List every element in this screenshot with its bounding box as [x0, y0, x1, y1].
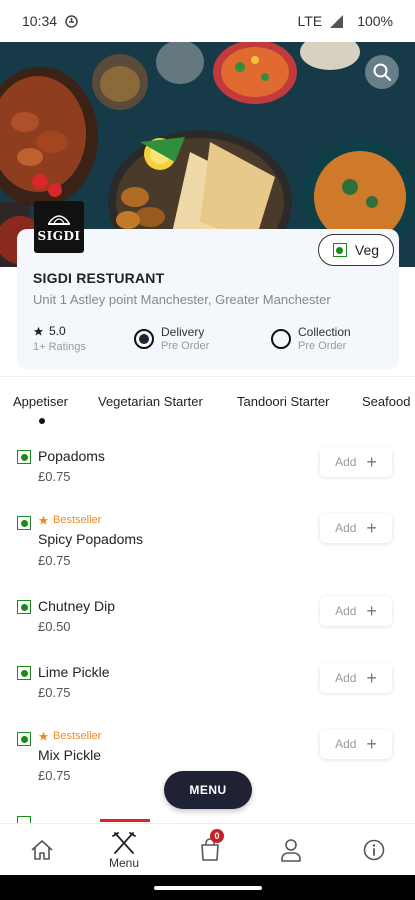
add-button[interactable]: Add +	[320, 663, 392, 693]
add-label: Add	[335, 455, 357, 469]
list-item: Lime Pickle £0.75 Add +	[0, 656, 415, 716]
add-button[interactable]: Add +	[320, 513, 392, 543]
tag-strip	[100, 819, 150, 822]
ratings-count: 1+ Ratings	[33, 341, 86, 353]
collection-sublabel: Pre Order	[298, 340, 347, 352]
add-label: Add	[335, 737, 357, 751]
delivery-sublabel: Pre Order	[161, 340, 210, 352]
bottom-navigation: Menu 0	[0, 823, 415, 875]
plus-icon: +	[366, 518, 377, 538]
nav-profile[interactable]	[276, 824, 306, 876]
nav-cart[interactable]: 0	[194, 824, 226, 876]
nav-home[interactable]	[26, 824, 58, 876]
list-item: Chutney Dip £0.50 Add +	[0, 590, 415, 650]
veg-indicator-icon	[17, 600, 31, 614]
status-app-icon	[65, 14, 78, 28]
cart-count-badge: 0	[210, 829, 224, 843]
active-tab-indicator	[39, 418, 45, 424]
veg-indicator-icon	[17, 516, 31, 530]
add-button[interactable]: Add +	[320, 447, 392, 477]
restaurant-name: SIGDI RESTURANT	[33, 270, 165, 286]
delivery-option[interactable]: Delivery Pre Order	[134, 325, 209, 352]
gesture-bar	[0, 875, 415, 900]
delivery-label: Delivery	[161, 325, 205, 339]
item-name: Mix Pickle	[38, 747, 102, 763]
bestseller-label: Bestseller	[53, 730, 102, 742]
plus-icon: +	[366, 452, 377, 472]
add-button[interactable]: Add +	[320, 596, 392, 626]
collection-label: Collection	[298, 325, 351, 339]
restaurant-logo: SIGDI	[34, 201, 84, 253]
star-icon	[33, 326, 44, 336]
add-label: Add	[335, 521, 357, 535]
veg-toggle-label: Veg	[354, 242, 380, 258]
status-bar: 10:34 LTE 100%	[0, 0, 415, 42]
list-item-partial	[0, 813, 415, 823]
status-time: 10:34	[22, 13, 58, 29]
add-label: Add	[335, 671, 357, 685]
item-name: Lime Pickle	[38, 664, 110, 680]
logo-text: SIGDI	[37, 229, 81, 243]
item-name: Chutney Dip	[38, 598, 116, 614]
item-name: Spicy Popadoms	[38, 531, 144, 547]
star-icon	[38, 731, 49, 741]
plus-icon: +	[366, 668, 377, 688]
rating-value: 5.0	[49, 324, 66, 338]
plus-icon: +	[366, 601, 377, 621]
nav-menu-label: Menu	[108, 855, 140, 870]
divider	[0, 376, 415, 377]
nav-menu[interactable]: Menu	[104, 824, 144, 876]
item-price: £0.75	[38, 553, 71, 568]
collection-option[interactable]: Collection Pre Order	[271, 325, 351, 352]
item-price: £0.50	[38, 619, 71, 634]
collection-radio[interactable]	[271, 328, 291, 349]
tab-tandoori-starter[interactable]: Tandoori Starter	[237, 394, 330, 409]
bestseller-badge: Bestseller	[38, 730, 101, 742]
veg-indicator-icon	[17, 816, 31, 823]
tab-seafood[interactable]: Seafood	[362, 394, 410, 409]
veg-indicator-icon	[17, 450, 31, 464]
plus-icon: +	[366, 734, 377, 754]
home-icon	[31, 840, 53, 860]
veg-toggle[interactable]: Veg	[318, 234, 394, 266]
item-price: £0.75	[38, 685, 71, 700]
list-item: Popadoms £0.75 Add +	[0, 440, 415, 500]
rating-block: 5.0 1+ Ratings	[33, 324, 86, 353]
nav-info[interactable]	[360, 824, 388, 876]
add-button[interactable]: Add +	[320, 729, 392, 759]
info-icon	[363, 839, 385, 861]
network-label: LTE	[297, 13, 323, 29]
search-icon	[373, 63, 391, 81]
signal-icon	[330, 14, 344, 28]
tab-vegetarian-starter[interactable]: Vegetarian Starter	[98, 394, 203, 409]
veg-indicator-icon	[332, 243, 347, 257]
veg-indicator-icon	[17, 732, 31, 746]
profile-icon	[281, 839, 301, 862]
veg-indicator-icon	[17, 666, 31, 680]
home-indicator[interactable]	[153, 885, 262, 890]
bestseller-label: Bestseller	[53, 514, 102, 526]
bestseller-badge: Bestseller	[38, 514, 101, 526]
item-name: Popadoms	[38, 448, 105, 464]
item-price: £0.75	[38, 768, 71, 783]
search-button[interactable]	[365, 55, 399, 89]
tab-appetiser[interactable]: Appetiser	[13, 394, 68, 409]
restaurant-address: Unit 1 Astley point Manchester, Greater …	[33, 292, 331, 307]
star-icon	[38, 515, 49, 525]
battery-label: 100%	[357, 13, 393, 29]
menu-cutlery-icon	[112, 831, 136, 854]
list-item: Bestseller Spicy Popadoms £0.75 Add +	[0, 505, 415, 580]
delivery-radio[interactable]	[134, 328, 154, 349]
add-label: Add	[335, 604, 357, 618]
item-price: £0.75	[38, 469, 71, 484]
logo-emblem-icon	[48, 215, 70, 225]
menu-button[interactable]: MENU	[164, 771, 252, 809]
